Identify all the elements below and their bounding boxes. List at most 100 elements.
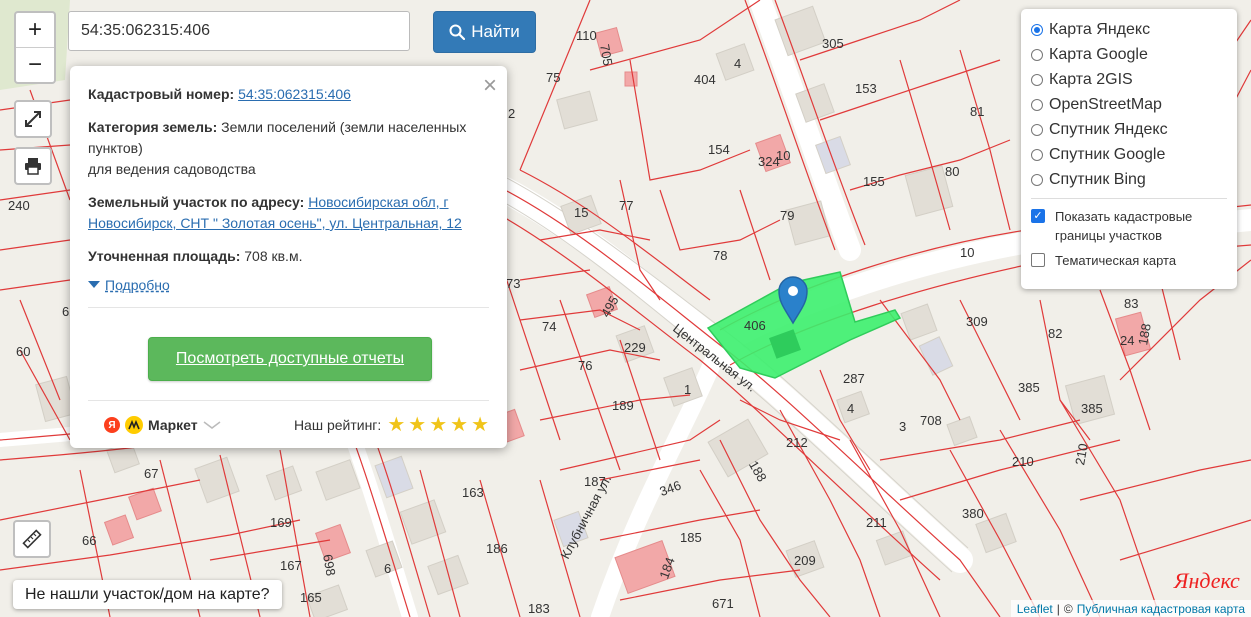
plot-number: 83 [1124, 296, 1138, 311]
usage-value: для ведения садоводства [88, 161, 256, 177]
market-label: Маркет [148, 417, 198, 433]
radio-button[interactable] [1031, 173, 1043, 186]
plot-number: 708 [920, 413, 942, 428]
checkbox[interactable] [1031, 253, 1045, 267]
plot-number: 287 [843, 371, 865, 386]
attribution-separator: | [1056, 601, 1060, 616]
zoom-control: + − [14, 11, 56, 84]
base-layer-option[interactable]: Карта Google [1031, 42, 1227, 67]
area-row: Уточненная площадь: 708 кв.м. [88, 246, 489, 267]
layer-label: Спутник Google [1049, 145, 1166, 163]
rating: Наш рейтинг: ★ ★ ★ ★ ★ [294, 415, 489, 435]
expand-icon [25, 111, 41, 127]
layer-label: Карта Яндекс [1049, 20, 1151, 38]
search-input[interactable] [68, 11, 410, 51]
plot-number: 165 [300, 590, 322, 605]
measure-button[interactable] [13, 520, 51, 558]
star-icon[interactable]: ★ [387, 415, 405, 435]
layer-label: Спутник Яндекс [1049, 120, 1168, 138]
plot-number: 3 [899, 419, 906, 434]
plot-number: 60 [16, 344, 30, 359]
radio-button[interactable] [1031, 123, 1043, 136]
plot-number: 67 [144, 466, 158, 481]
plot-number: 406 [744, 318, 766, 333]
plot-number: 229 [624, 340, 646, 355]
rating-label: Наш рейтинг: [293, 417, 382, 433]
plot-number: 10 [776, 148, 790, 163]
plot-number: 77 [619, 198, 633, 213]
plot-number: 66 [82, 533, 96, 548]
print-button[interactable] [14, 147, 52, 185]
plot-number: 10 [960, 245, 974, 260]
search-button[interactable]: Найти [433, 11, 536, 53]
area-value: 708 кв.м. [244, 248, 303, 264]
popup-footer: Я Маркет Наш рейтинг: ★ ★ ★ ★ ★ [88, 400, 489, 449]
cadastral-number-link[interactable]: 54:35:062315:406 [238, 86, 351, 102]
address-row: Земельный участок по адресу: Новосибирск… [88, 192, 489, 234]
yandex-icon: Я [104, 417, 120, 433]
leaflet-link[interactable]: Leaflet [1017, 602, 1053, 616]
not-found-button[interactable]: Не нашли участок/дом на карте? [13, 580, 282, 609]
plot-number: 2 [508, 106, 515, 121]
plot-number: 4 [734, 56, 741, 71]
plot-number: 385 [1018, 380, 1040, 395]
plot-number: 404 [694, 72, 716, 87]
plot-number: 210 [1012, 454, 1034, 469]
star-icon[interactable]: ★ [471, 415, 489, 435]
layers-divider [1031, 198, 1227, 199]
plot-number: 309 [966, 314, 988, 329]
plot-number: 380 [962, 506, 984, 521]
fullscreen-button[interactable] [14, 100, 52, 138]
overlay-layer-option[interactable]: ✓ Показать кадастровые границы участков [1031, 207, 1227, 245]
category-label: Категория земель: [88, 119, 218, 135]
radio-button[interactable] [1031, 48, 1043, 61]
land-category-row: Категория земель: Земли поселений (земли… [88, 117, 489, 180]
printer-icon [25, 158, 41, 175]
parcel-info-popup: × Кадастровый номер: 54:35:062315:406 Ка… [70, 66, 507, 448]
details-label: Подробно [105, 277, 170, 293]
rating-stars[interactable]: ★ ★ ★ ★ ★ [387, 415, 489, 435]
base-layer-option[interactable]: Спутник Яндекс [1031, 117, 1227, 142]
base-layer-option[interactable]: Спутник Google [1031, 142, 1227, 167]
base-layer-option[interactable]: Спутник Bing [1031, 167, 1227, 192]
star-icon[interactable]: ★ [408, 415, 426, 435]
plot-number: 209 [794, 553, 816, 568]
details-toggle[interactable]: Подробно [88, 277, 489, 293]
area-label: Уточненная площадь: [88, 248, 241, 264]
zoom-in-button[interactable]: + [16, 13, 54, 47]
radio-button[interactable] [1031, 98, 1043, 111]
chevron-down-icon [203, 421, 221, 429]
radio-button[interactable] [1031, 148, 1043, 161]
star-icon[interactable]: ★ [429, 415, 447, 435]
cadastral-source-link[interactable]: Публичная кадастровая карта [1077, 602, 1245, 616]
plot-number: 6 [384, 561, 391, 576]
radio-button[interactable] [1031, 73, 1043, 86]
plot-number: 154 [708, 142, 730, 157]
plot-number: 1 [684, 382, 691, 397]
checkbox[interactable]: ✓ [1031, 209, 1045, 223]
overlay-layer-option[interactable]: Тематическая карта [1031, 251, 1227, 270]
base-layer-option[interactable]: OpenStreetMap [1031, 92, 1227, 117]
radio-button[interactable] [1031, 23, 1043, 36]
plot-number: 211 [866, 515, 887, 530]
plot-number: 75 [546, 70, 560, 85]
yandex-market-link[interactable]: Я Маркет [104, 416, 221, 434]
layer-label: Карта 2GIS [1049, 70, 1133, 88]
base-layer-option[interactable]: Карта 2GIS [1031, 67, 1227, 92]
plot-number: 73 [506, 276, 520, 291]
plot-number: 385 [1081, 401, 1103, 416]
zoom-out-button[interactable]: − [16, 47, 54, 82]
plot-number: 24 [1120, 333, 1134, 348]
base-layer-option[interactable]: Карта Яндекс [1031, 17, 1227, 42]
star-icon[interactable]: ★ [450, 415, 468, 435]
plot-number: 76 [578, 358, 592, 373]
plot-number: 183 [528, 601, 550, 616]
plot-number: 671 [712, 596, 734, 611]
plot-number: 186 [486, 541, 508, 556]
search-button-label: Найти [471, 22, 520, 41]
market-icon [125, 416, 143, 434]
plot-number: 79 [780, 208, 794, 223]
close-icon[interactable]: × [483, 72, 497, 100]
map-attribution: Leaflet | © Публичная кадастровая карта [1010, 600, 1251, 617]
view-reports-button[interactable]: Посмотреть доступные отчеты [148, 337, 432, 381]
